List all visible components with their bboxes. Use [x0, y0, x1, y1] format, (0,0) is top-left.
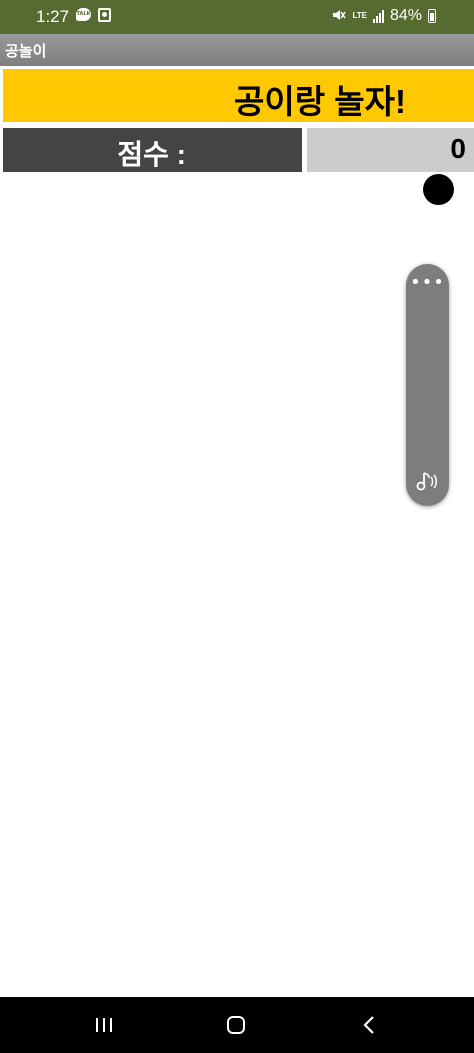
home-icon: [227, 1016, 245, 1034]
floating-side-panel[interactable]: •••: [406, 264, 449, 506]
app-title-bar: 공놀이: [0, 34, 474, 66]
status-time: 1:27: [36, 7, 70, 26]
signal-icon: [372, 9, 384, 23]
banner: 공이랑 놀자!: [3, 69, 474, 122]
status-bar: 1:27 TALK LTE 84%: [0, 0, 474, 34]
app-notification-icon: [98, 8, 111, 22]
ball[interactable]: [423, 174, 454, 205]
sound-icon[interactable]: [406, 470, 449, 498]
recent-apps-icon: [96, 1018, 112, 1032]
more-dots-icon[interactable]: •••: [406, 274, 449, 292]
battery-percent: 84%: [389, 7, 422, 24]
recent-apps-button[interactable]: [84, 1011, 124, 1039]
score-label-box: 점수 :: [3, 128, 302, 172]
score-value-box: 0: [307, 128, 474, 172]
banner-text: 공이랑 놀자!: [234, 83, 406, 120]
back-button[interactable]: [350, 1011, 390, 1039]
status-right: LTE 84%: [332, 7, 436, 25]
back-icon: [363, 1016, 374, 1034]
battery-icon: [428, 9, 436, 23]
navigation-bar: [0, 997, 474, 1053]
score-label: 점수 :: [117, 139, 186, 170]
home-button[interactable]: [216, 1011, 256, 1039]
mute-icon: [332, 8, 347, 25]
network-type: LTE: [352, 11, 367, 20]
kakaotalk-icon: TALK: [76, 8, 91, 21]
app-title: 공놀이: [5, 42, 47, 60]
notification-icons: TALK: [76, 8, 111, 22]
score-value: 0: [450, 133, 466, 164]
